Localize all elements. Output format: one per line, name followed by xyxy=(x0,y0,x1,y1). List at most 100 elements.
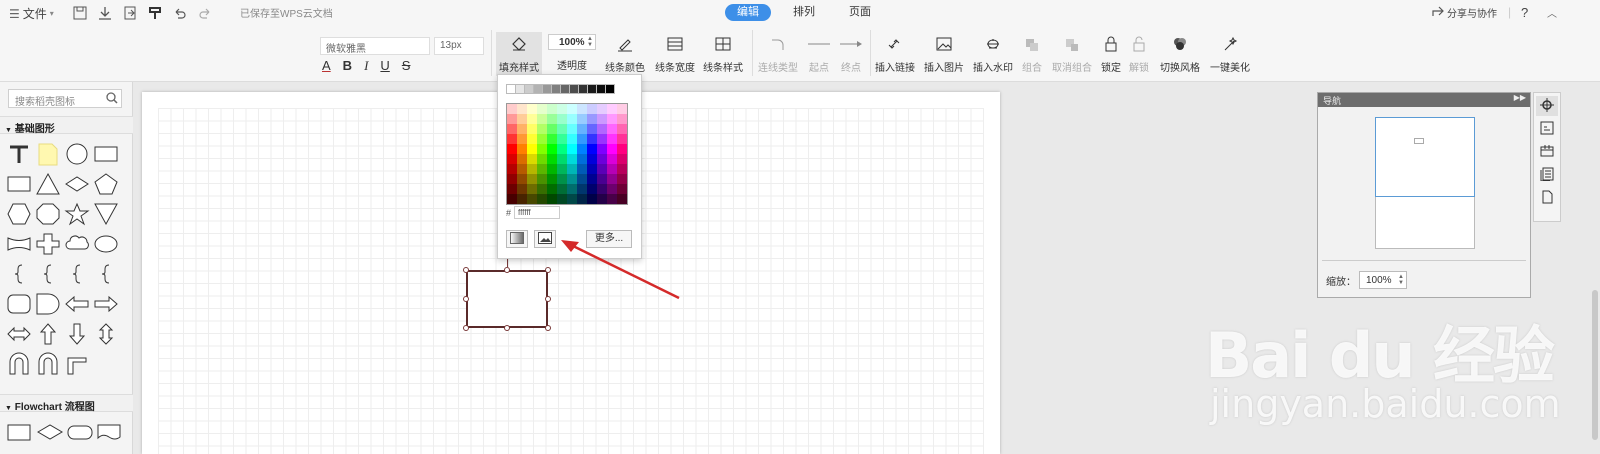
color-swatch[interactable] xyxy=(537,184,547,194)
navigator-preview[interactable] xyxy=(1375,117,1475,249)
tab-edit[interactable]: 编辑 xyxy=(725,4,771,21)
color-swatch[interactable] xyxy=(507,114,517,124)
color-swatch[interactable] xyxy=(557,164,567,174)
color-swatch[interactable] xyxy=(587,114,597,124)
color-swatch[interactable] xyxy=(577,134,587,144)
color-swatch[interactable] xyxy=(567,154,577,164)
decision-shape[interactable] xyxy=(37,424,63,440)
color-swatch[interactable] xyxy=(587,134,597,144)
ellipse-shape[interactable] xyxy=(94,235,118,253)
color-swatch[interactable] xyxy=(557,104,567,114)
triangle-shape[interactable] xyxy=(36,172,60,195)
rounded-rect-shape[interactable] xyxy=(7,294,31,314)
resize-handle[interactable] xyxy=(463,296,469,302)
group-button[interactable]: 组合 xyxy=(1018,36,1046,74)
beautify-button[interactable]: 一键美化 xyxy=(1207,36,1253,74)
color-swatch[interactable] xyxy=(517,114,527,124)
color-swatch[interactable] xyxy=(597,134,607,144)
color-swatch[interactable] xyxy=(547,114,557,124)
color-swatch[interactable] xyxy=(587,184,597,194)
collapse-right-icon[interactable]: ▶▶ xyxy=(1514,93,1526,102)
color-swatch[interactable] xyxy=(537,134,547,144)
note-shape[interactable] xyxy=(38,143,58,166)
insert-watermark-button[interactable]: 插入水印 xyxy=(971,36,1015,74)
color-swatch[interactable] xyxy=(537,104,547,114)
spinner-icon[interactable]: ▲ ▼ xyxy=(587,36,593,48)
color-swatch[interactable] xyxy=(507,184,517,194)
color-swatch[interactable] xyxy=(527,154,537,164)
color-swatch[interactable] xyxy=(507,144,517,154)
color-swatch[interactable] xyxy=(587,104,597,114)
color-swatch[interactable] xyxy=(617,174,627,184)
star-shape[interactable] xyxy=(64,202,90,226)
corner-arrow-shape[interactable] xyxy=(67,357,87,375)
color-swatch[interactable] xyxy=(507,154,517,164)
color-swatch[interactable] xyxy=(605,84,615,94)
color-swatch[interactable] xyxy=(527,164,537,174)
color-swatch[interactable] xyxy=(547,144,557,154)
lock-button[interactable]: 锁定 xyxy=(1098,36,1124,74)
color-swatch[interactable] xyxy=(507,104,517,114)
color-swatch[interactable] xyxy=(567,164,577,174)
resize-handle[interactable] xyxy=(504,267,510,273)
navigator-toggle[interactable] xyxy=(1536,96,1558,116)
document-panel-toggle[interactable] xyxy=(1536,188,1558,208)
color-swatch[interactable] xyxy=(547,194,557,204)
color-swatch[interactable] xyxy=(577,194,587,204)
up-down-arrow-shape[interactable] xyxy=(98,323,114,345)
color-swatch[interactable] xyxy=(577,124,587,134)
down-arrow-shape[interactable] xyxy=(68,323,86,345)
color-swatch[interactable] xyxy=(587,144,597,154)
format-painter-icon[interactable] xyxy=(147,5,163,21)
right-arrow-shape[interactable] xyxy=(94,295,118,313)
color-swatch[interactable] xyxy=(567,134,577,144)
tab-arrange[interactable]: 排列 xyxy=(781,4,827,21)
color-swatch[interactable] xyxy=(597,144,607,154)
color-swatch[interactable] xyxy=(527,104,537,114)
color-swatch[interactable] xyxy=(577,144,587,154)
color-swatch[interactable] xyxy=(557,134,567,144)
color-swatch[interactable] xyxy=(587,164,597,174)
color-swatch[interactable] xyxy=(597,164,607,174)
ungroup-button[interactable]: 取消组合 xyxy=(1050,36,1094,74)
insert-image-button[interactable]: 插入图片 xyxy=(922,36,966,74)
color-swatch[interactable] xyxy=(597,124,607,134)
strikethrough-icon[interactable]: S xyxy=(402,58,411,74)
tape-shape[interactable] xyxy=(7,237,31,251)
color-swatch[interactable] xyxy=(587,174,597,184)
terminator-shape[interactable] xyxy=(67,425,93,440)
start-point-button[interactable]: 起点 xyxy=(802,36,836,74)
color-swatch[interactable] xyxy=(577,164,587,174)
color-swatch[interactable] xyxy=(527,194,537,204)
rect-shape[interactable] xyxy=(7,176,31,192)
resize-handle[interactable] xyxy=(545,325,551,331)
end-point-button[interactable]: 终点 xyxy=(836,36,866,74)
color-swatch[interactable] xyxy=(557,174,567,184)
zoom-input[interactable]: 100% ▲ ▼ xyxy=(1359,271,1407,289)
fill-style-button[interactable]: 填充样式 xyxy=(496,32,542,76)
line-color-button[interactable]: 线条颜色 xyxy=(602,36,648,74)
color-swatch[interactable] xyxy=(537,154,547,164)
unlock-button[interactable]: 解锁 xyxy=(1126,36,1152,74)
color-swatch[interactable] xyxy=(597,184,607,194)
export-icon[interactable] xyxy=(122,5,138,21)
color-swatch[interactable] xyxy=(537,114,547,124)
color-swatch[interactable] xyxy=(607,124,617,134)
color-swatch[interactable] xyxy=(587,194,597,204)
color-swatch[interactable] xyxy=(617,164,627,174)
inverted-triangle-shape[interactable] xyxy=(94,203,118,226)
color-swatch[interactable] xyxy=(547,134,557,144)
color-swatch[interactable] xyxy=(617,184,627,194)
color-swatch[interactable] xyxy=(527,184,537,194)
color-swatch[interactable] xyxy=(517,134,527,144)
resize-handle[interactable] xyxy=(463,267,469,273)
redo-icon[interactable] xyxy=(197,5,213,21)
insert-link-button[interactable]: 插入链接 xyxy=(873,36,917,74)
tab-page[interactable]: 页面 xyxy=(837,4,883,21)
color-swatch[interactable] xyxy=(517,144,527,154)
color-swatch[interactable] xyxy=(527,114,537,124)
left-right-arrow-shape[interactable] xyxy=(7,326,31,342)
color-swatch[interactable] xyxy=(507,124,517,134)
color-swatch[interactable] xyxy=(517,154,527,164)
color-swatch[interactable] xyxy=(597,104,607,114)
